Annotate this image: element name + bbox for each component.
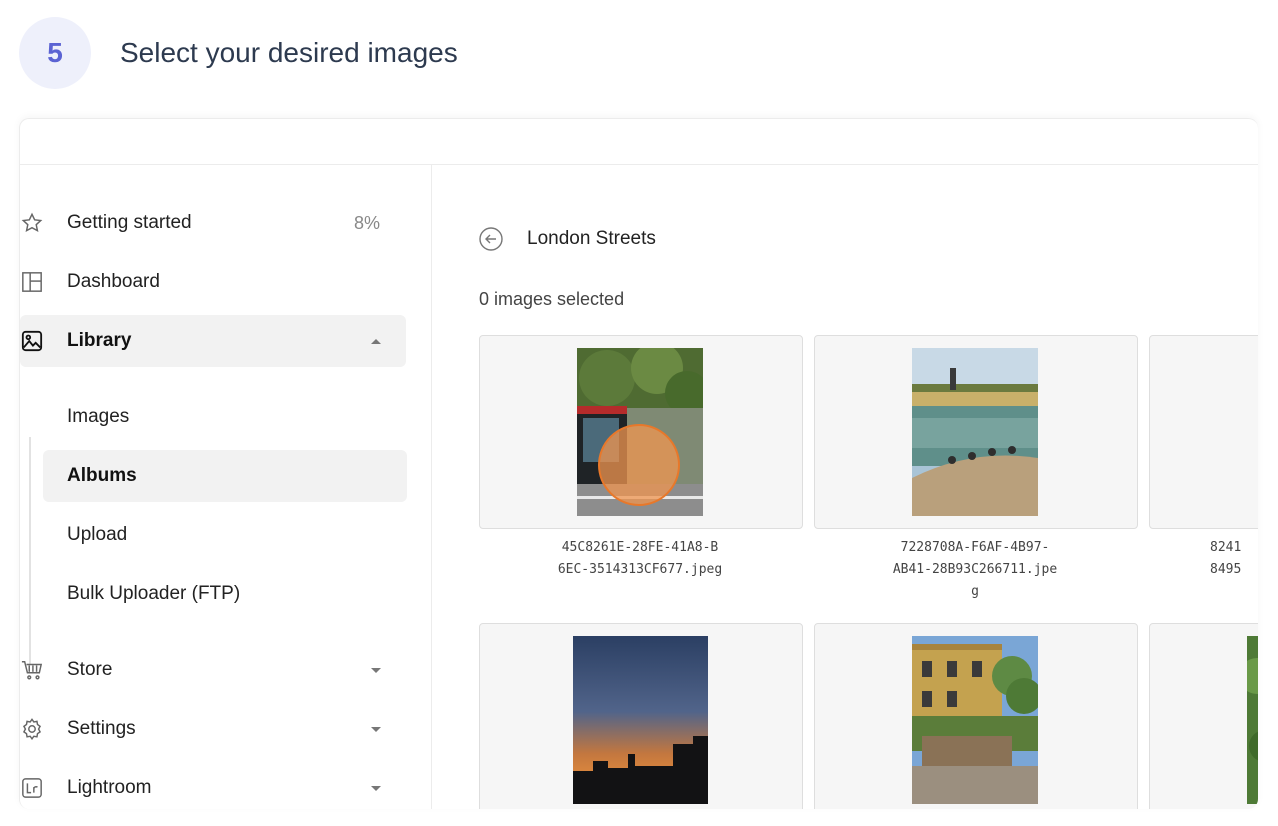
sidebar-item-label: Settings xyxy=(67,718,136,739)
sidebar-item-label: Images xyxy=(67,406,130,427)
chevron-down-icon xyxy=(371,726,381,732)
selected-count: 0 images selected xyxy=(479,289,625,309)
sidebar-item-library[interactable]: Library xyxy=(20,315,406,367)
sidebar-item-store[interactable]: Store xyxy=(20,644,407,696)
main-content: London Streets 0 images selected 45C8261… xyxy=(432,165,1258,809)
image-card[interactable] xyxy=(479,623,803,809)
image-card[interactable] xyxy=(1149,623,1258,809)
dashboard-icon xyxy=(20,270,44,294)
cart-icon xyxy=(20,658,44,682)
image-icon xyxy=(20,329,44,353)
back-arrow-icon[interactable] xyxy=(479,227,503,251)
sidebar-item-label: Store xyxy=(67,659,113,680)
star-icon xyxy=(20,211,44,235)
sidebar-item-images[interactable]: Images xyxy=(43,391,407,443)
chevron-down-icon xyxy=(371,667,381,673)
click-indicator xyxy=(598,424,680,506)
image-thumbnail xyxy=(573,636,708,804)
sidebar-item-dashboard[interactable]: Dashboard xyxy=(20,256,407,308)
sidebar-item-label: Bulk Uploader (FTP) xyxy=(67,583,241,604)
sidebar: Getting started 8% Dashboard Library Ima… xyxy=(20,165,432,809)
progress-percent: 8% xyxy=(354,212,381,233)
image-card[interactable] xyxy=(814,623,1138,809)
sidebar-item-upload[interactable]: Upload xyxy=(43,509,407,561)
step-header: 5 Select your desired images xyxy=(19,17,458,89)
lightroom-icon xyxy=(20,776,44,800)
sidebar-item-lightroom[interactable]: Lightroom xyxy=(20,762,407,809)
submenu-divider xyxy=(29,437,31,665)
sidebar-item-settings[interactable]: Settings xyxy=(20,703,407,755)
chevron-down-icon xyxy=(371,785,381,791)
image-caption: 7228708A-F6AF-4B97- AB41-28B93C266711.jp… xyxy=(892,540,1058,599)
album-header: London Streets xyxy=(479,225,656,253)
image-thumbnail xyxy=(1247,636,1258,804)
image-card[interactable] xyxy=(1149,335,1258,529)
sidebar-item-albums[interactable]: Albums xyxy=(43,450,407,502)
image-caption: 8241 8495 xyxy=(1210,540,1242,577)
image-card[interactable] xyxy=(814,335,1138,529)
sidebar-item-label: Dashboard xyxy=(67,271,160,292)
step-title: Select your desired images xyxy=(120,37,458,68)
step-number-badge: 5 xyxy=(19,17,91,89)
top-bar xyxy=(20,119,1258,165)
sidebar-item-label: Lightroom xyxy=(67,777,152,798)
gear-icon xyxy=(20,717,44,741)
image-thumbnail xyxy=(912,348,1038,516)
image-thumbnail xyxy=(912,636,1038,804)
chevron-up-icon xyxy=(371,338,381,344)
album-title: London Streets xyxy=(527,228,656,249)
sidebar-item-label: Getting started xyxy=(67,212,192,233)
sidebar-item-label: Albums xyxy=(67,465,137,486)
sidebar-item-bulk-uploader[interactable]: Bulk Uploader (FTP) xyxy=(43,568,407,620)
image-caption: 45C8261E-28FE-41A8-B 6EC-3514313CF677.jp… xyxy=(557,540,723,577)
sidebar-item-getting-started[interactable]: Getting started 8% xyxy=(20,197,407,249)
sidebar-item-label: Library xyxy=(67,330,132,351)
sidebar-item-label: Upload xyxy=(67,524,128,545)
